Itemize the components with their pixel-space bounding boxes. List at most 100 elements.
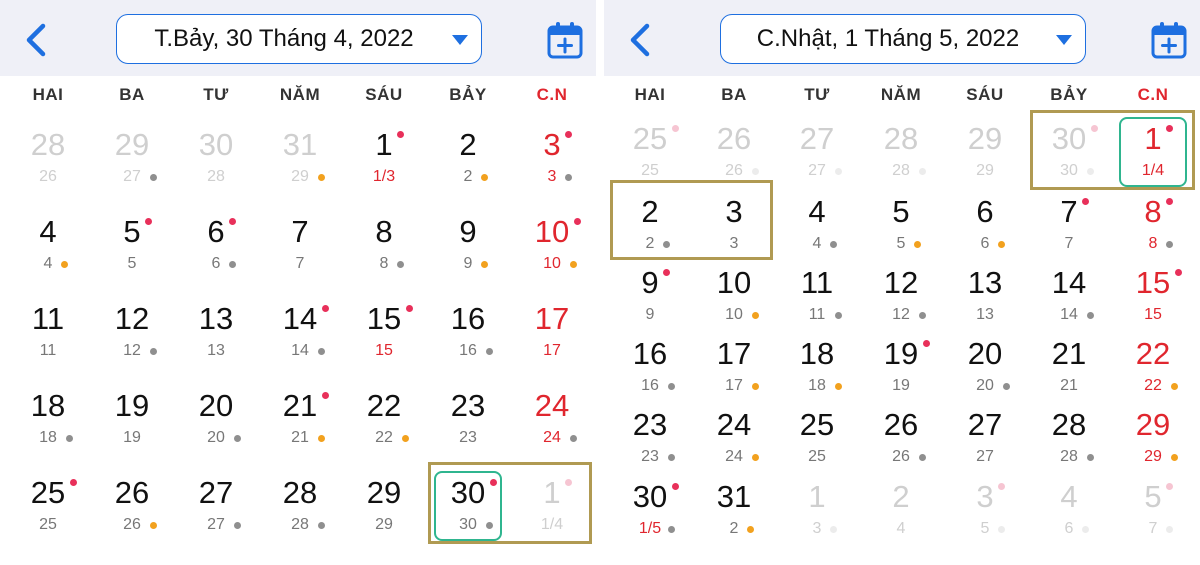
calendar-day[interactable]: 20 20	[174, 388, 258, 474]
calendar-day[interactable]: 99	[426, 214, 510, 300]
lunar-event-dot	[1087, 454, 1094, 461]
lunar-date: 24	[725, 448, 743, 465]
lunar-date: 16	[641, 377, 659, 394]
calendar-day[interactable]: 31 2	[692, 479, 776, 565]
calendar-day[interactable]: 21 21	[258, 388, 342, 474]
lunar-date: 26	[725, 162, 743, 179]
solar-date: 28	[30, 127, 66, 162]
lunar-date: 28	[892, 162, 910, 179]
calendar-day[interactable]: 55	[90, 214, 174, 300]
lunar-date: 27	[808, 162, 826, 179]
calendar-day[interactable]: 1 1/3	[342, 127, 426, 213]
solar-date: 2	[892, 479, 910, 514]
lunar-date: 13	[976, 306, 994, 323]
lunar-date: 10	[725, 306, 743, 323]
solar-date: 27	[799, 121, 835, 156]
calendar-day[interactable]: 66	[174, 214, 258, 300]
lunar-date: 8	[379, 255, 389, 272]
calendar-day[interactable]: 12 12	[90, 301, 174, 387]
lunar-event-dot	[752, 454, 759, 461]
lunar-date: 26	[892, 448, 910, 465]
lunar-date: 6	[1064, 520, 1074, 537]
lunar-date: 26	[39, 168, 57, 185]
lunar-date: 22	[375, 429, 393, 446]
lunar-event-dot	[830, 526, 837, 533]
calendar-day[interactable]: 33	[510, 127, 594, 213]
lunar-event-dot	[318, 435, 325, 442]
solar-date: 26	[716, 121, 752, 156]
panel-divider	[596, 0, 604, 556]
solar-date: 21	[1051, 336, 1087, 371]
lunar-event-dot	[1087, 312, 1094, 319]
lunar-date: 9	[463, 255, 473, 272]
calendar-day[interactable]: 19 19	[90, 388, 174, 474]
solar-date: 5	[123, 214, 141, 249]
lunar-event-dot	[668, 383, 675, 390]
calendar-day[interactable]: 13 13	[174, 301, 258, 387]
event-dot	[663, 269, 670, 276]
solar-date: 19	[114, 388, 150, 423]
solar-date: 22	[1135, 336, 1171, 371]
highlight-frame	[1030, 110, 1195, 190]
lunar-date: 12	[892, 306, 910, 323]
lunar-date: 10	[543, 255, 561, 272]
event-dot	[229, 218, 236, 225]
calendar-day[interactable]: 22 22	[342, 388, 426, 474]
calendar-day[interactable]: 44	[6, 214, 90, 300]
calendar-day[interactable]: 31 29	[258, 127, 342, 213]
solar-date: 2	[459, 127, 477, 162]
calendar-day[interactable]: 14 14	[258, 301, 342, 387]
calendar-day[interactable]: 35	[943, 479, 1027, 565]
calendar-day[interactable]: 11 11	[6, 301, 90, 387]
calendar-day[interactable]: 77	[258, 214, 342, 300]
event-dot	[672, 483, 679, 490]
lunar-date: 18	[39, 429, 57, 446]
calendar-day[interactable]: 15 15	[342, 301, 426, 387]
calendar-day[interactable]: 29 29	[342, 475, 426, 561]
calendar-day[interactable]: 13	[775, 479, 859, 565]
calendar-day[interactable]: 18 18	[6, 388, 90, 474]
solar-date: 25	[632, 121, 668, 156]
solar-date: 14	[282, 301, 318, 336]
lunar-date: 20	[976, 377, 994, 394]
lunar-date: 5	[896, 235, 906, 252]
calendar-day[interactable]: 26 26	[90, 475, 174, 561]
calendar-day[interactable]: 30 1/5	[608, 479, 692, 565]
calendar-day[interactable]: 46	[1027, 479, 1111, 565]
calendar-day[interactable]: 88	[342, 214, 426, 300]
solar-date: 31	[282, 127, 318, 162]
calendar-day[interactable]: 10 10	[510, 214, 594, 300]
solar-date: 24	[716, 407, 752, 442]
lunar-date: 25	[808, 448, 826, 465]
calendar-day[interactable]: 22	[426, 127, 510, 213]
solar-date: 7	[1060, 194, 1078, 229]
solar-date: 8	[1144, 194, 1162, 229]
lunar-date: 13	[207, 342, 225, 359]
lunar-date: 9	[645, 306, 655, 323]
event-dot	[574, 218, 581, 225]
solar-date: 20	[967, 336, 1003, 371]
lunar-event-dot	[1003, 383, 1010, 390]
event-dot	[672, 125, 679, 132]
calendar-day[interactable]: 25 25	[6, 475, 90, 561]
lunar-date: 28	[291, 516, 309, 533]
lunar-date: 3	[812, 520, 822, 537]
calendar-day[interactable]: 28 26	[6, 127, 90, 213]
calendar-day[interactable]: 28 28	[258, 475, 342, 561]
calendar-day[interactable]: 57	[1111, 479, 1195, 565]
lunar-date: 29	[291, 168, 309, 185]
calendar-day[interactable]: 17 17	[510, 301, 594, 387]
lunar-date: 1/5	[638, 520, 662, 537]
calendar-day[interactable]: 24	[859, 479, 943, 565]
calendar-day[interactable]: 29 27	[90, 127, 174, 213]
solar-date: 17	[716, 336, 752, 371]
calendar-day[interactable]: 16 16	[426, 301, 510, 387]
calendar-grid: 25 25 26 26 27 27 28 28 29 29 30 30 1 1/4 2 2 3 3 4 4 5 5 6 6 7 7…	[604, 0, 1200, 556]
lunar-event-dot	[481, 261, 488, 268]
lunar-date: 11	[808, 306, 826, 323]
calendar-day[interactable]: 27 27	[174, 475, 258, 561]
calendar-day[interactable]: 30 28	[174, 127, 258, 213]
event-dot	[406, 305, 413, 312]
event-dot	[1166, 198, 1173, 205]
lunar-event-dot	[486, 348, 493, 355]
